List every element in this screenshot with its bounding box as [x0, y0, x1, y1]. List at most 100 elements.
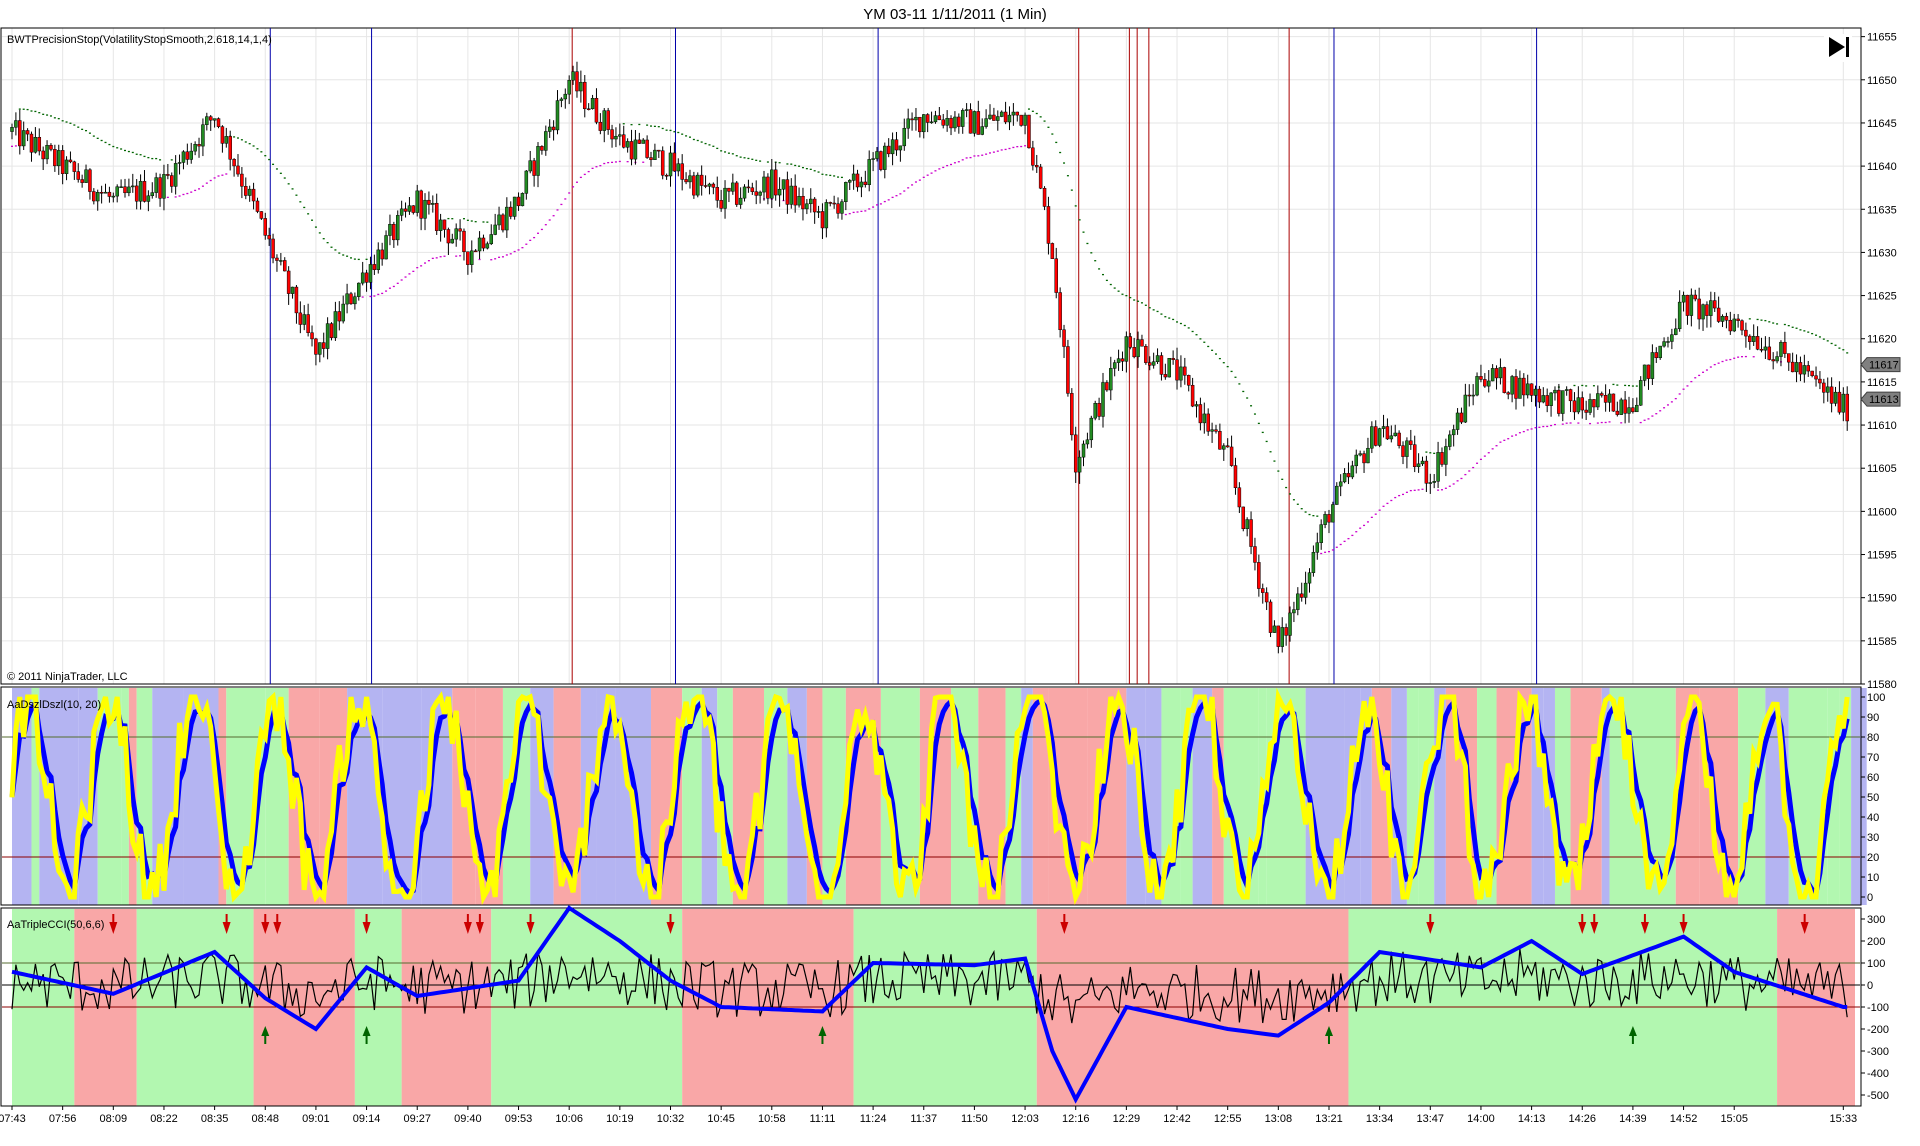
candle-body: [758, 191, 762, 196]
candle-body: [1409, 440, 1413, 445]
candle-body: [1806, 365, 1810, 372]
candle-body: [1175, 359, 1179, 381]
candle-body: [508, 206, 513, 217]
x-tick-label: 10:45: [707, 1113, 735, 1125]
candle-body: [1366, 447, 1370, 464]
stop-dot: [930, 172, 933, 174]
x-tick-label: 08:35: [201, 1113, 229, 1125]
stop-dot: [1152, 309, 1155, 311]
stoch-tick-label: 10: [1867, 872, 1879, 884]
candle-body: [216, 118, 221, 127]
stop-dot: [638, 123, 641, 126]
stop-dot: [1522, 430, 1525, 433]
candle-body: [228, 136, 232, 160]
stop-dot: [918, 179, 921, 181]
candle-body: [166, 174, 170, 176]
candle-body: [922, 114, 926, 133]
down-arrow-shaft: [1063, 914, 1066, 923]
stop-dot: [1043, 120, 1046, 122]
stop-dot: [1573, 384, 1576, 387]
stop-dot: [1269, 451, 1272, 453]
candle-body: [699, 174, 704, 186]
stop-dot: [1752, 356, 1755, 358]
candle-body: [1132, 347, 1136, 358]
candle-body: [606, 110, 610, 130]
candle-body: [1681, 294, 1686, 303]
candle-body: [1167, 358, 1171, 378]
candle-body: [1518, 377, 1522, 399]
copyright-label: © 2011 NinjaTrader, LLC: [7, 671, 128, 683]
chart-title: YM 03-11 1/11/2011 (1 Min): [863, 6, 1046, 23]
candle-body: [1370, 426, 1374, 449]
x-tick-label: 12:29: [1113, 1113, 1141, 1125]
candle-body: [762, 176, 766, 193]
stop-dot: [1121, 293, 1124, 295]
stop-dot: [268, 158, 271, 161]
candle-body: [1272, 625, 1277, 633]
stop-dot: [533, 236, 536, 239]
stop-dot: [755, 159, 758, 161]
candle-body: [1124, 336, 1129, 362]
x-tick-label: 09:40: [454, 1113, 482, 1125]
candle-body: [1732, 318, 1736, 332]
candle-body: [1584, 409, 1588, 413]
candle-body: [696, 174, 700, 196]
stop-dot: [85, 129, 88, 132]
go-to-end-button[interactable]: [1824, 34, 1852, 62]
cci-tick-label: -500: [1867, 1090, 1889, 1102]
candle-body: [832, 202, 836, 205]
x-tick-label: 14:00: [1467, 1113, 1495, 1125]
stop-dot: [104, 141, 107, 144]
stop-dot: [1674, 397, 1677, 400]
candle-body: [586, 108, 591, 111]
candle-body: [481, 237, 486, 249]
candle-body: [847, 180, 852, 183]
down-arrow-shaft: [1682, 914, 1685, 923]
x-tick-label: 09:27: [403, 1113, 431, 1125]
stop-dot: [1776, 323, 1779, 325]
stoch-tick-label: 100: [1867, 692, 1885, 704]
candle-body: [1802, 365, 1807, 375]
stop-dot: [435, 257, 438, 259]
candle-body: [349, 293, 353, 305]
stop-dot: [521, 247, 524, 249]
stop-dot: [1129, 296, 1132, 299]
stop-dot: [26, 108, 29, 111]
stoch-indicator-label: AaDszlDszl(10, 20): [7, 699, 101, 711]
stop-dot: [817, 171, 820, 173]
stop-dot: [194, 189, 197, 192]
stop-dot: [490, 259, 493, 261]
stop-dot: [700, 141, 703, 143]
cci-tick-label: 200: [1867, 936, 1885, 948]
candle-body: [21, 130, 26, 147]
candle-body: [602, 110, 607, 131]
candle-body: [1486, 380, 1491, 387]
candle-body: [1666, 341, 1670, 343]
stop-dot: [1304, 511, 1307, 513]
stop-dot: [470, 220, 473, 222]
stop-dot: [1515, 434, 1518, 436]
price-indicator-label: BWTPrecisionStop(VolatilityStopSmooth,2.…: [7, 34, 272, 46]
stop-dot: [981, 154, 984, 156]
stop-dot: [1094, 260, 1097, 262]
stop-dot: [1386, 502, 1389, 505]
candle-body: [1089, 417, 1094, 441]
stop-dot: [895, 195, 898, 197]
candle-body: [968, 109, 973, 134]
candle-body: [875, 151, 879, 159]
candle-body: [1046, 206, 1051, 244]
candle-body: [1027, 114, 1031, 149]
candle-body: [1081, 443, 1086, 458]
stop-dot: [1394, 496, 1397, 499]
price-tick-label: 11650: [1867, 75, 1897, 87]
stop-dot: [914, 181, 917, 183]
stop-dot: [18, 108, 21, 110]
stop-dot: [1444, 487, 1447, 489]
candle-body: [750, 187, 755, 192]
candle-body: [1779, 341, 1783, 357]
stop-dot: [1659, 410, 1662, 412]
stop-dot: [688, 136, 691, 138]
down-arrow-shaft: [466, 914, 469, 923]
candle-body: [828, 202, 832, 204]
stop-dot: [653, 125, 656, 128]
